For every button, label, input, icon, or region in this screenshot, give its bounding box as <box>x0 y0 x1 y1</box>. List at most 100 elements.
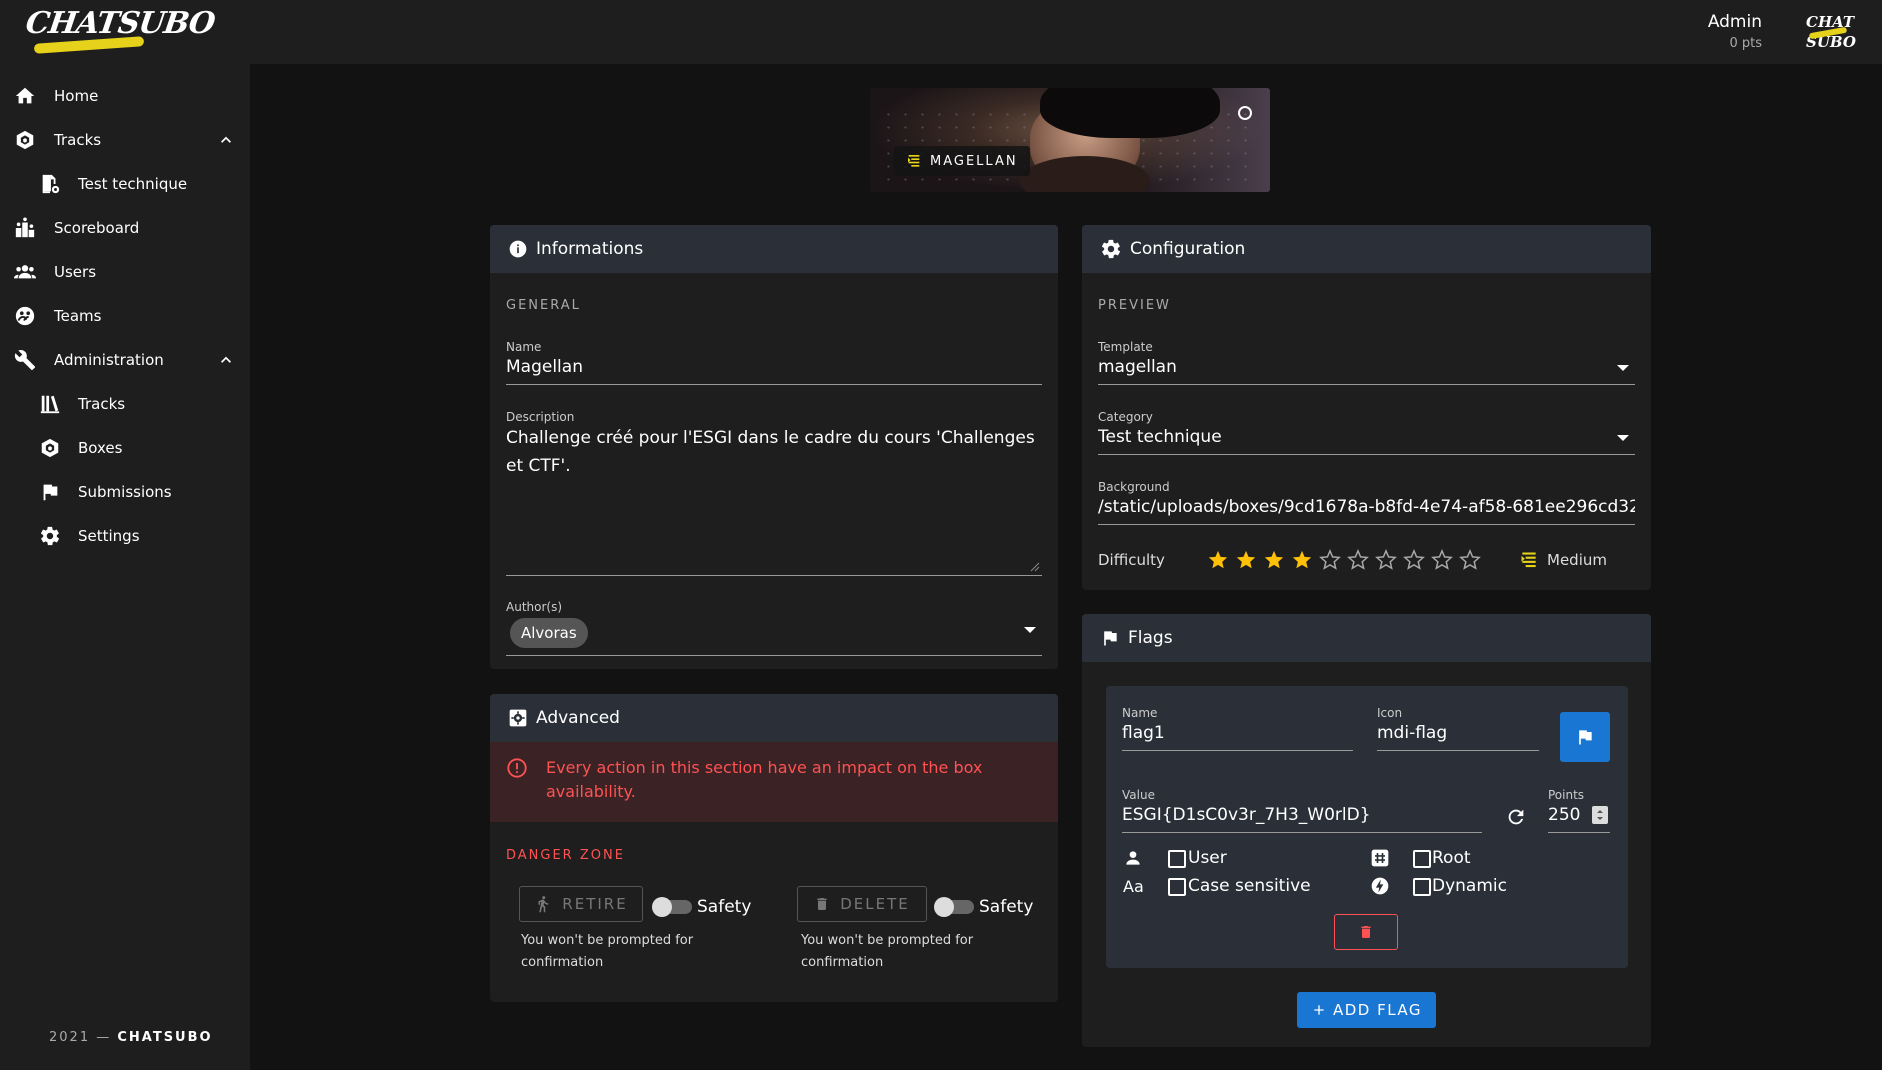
root-checkbox-label[interactable]: Root <box>1432 848 1471 868</box>
flag-value-field[interactable]: Value ESGI{D1sC0v3r_7H3_W0rlD} <box>1122 788 1482 833</box>
walk-icon <box>538 896 549 913</box>
hexagon-icon <box>37 435 63 461</box>
library-icon <box>37 391 63 417</box>
alert-circle-icon <box>506 757 528 779</box>
user-avatar[interactable]: CHAT SUBO <box>1806 12 1856 54</box>
case-sensitive-checkbox[interactable] <box>1168 878 1186 896</box>
difficulty-label: Difficulty <box>1098 551 1165 569</box>
case-sensitive-icon: Aa <box>1123 877 1144 896</box>
user-icon <box>1123 848 1143 868</box>
box-name-chip: MAGELLAN <box>894 146 1030 176</box>
sidebar-footer: 2021 — CHATSUBO <box>49 1030 213 1045</box>
authors-select[interactable]: Author(s) Alvoras <box>506 600 1042 656</box>
name-field[interactable]: Name Magellan <box>506 340 1042 385</box>
resize-handle-icon <box>1030 562 1040 572</box>
flag-name-field[interactable]: Name flag1 <box>1122 706 1353 751</box>
author-chip[interactable]: Alvoras <box>510 618 588 648</box>
sidebar-item-teams[interactable]: Teams <box>0 296 250 336</box>
star-outline-icon[interactable] <box>1347 549 1369 571</box>
sidebar-item-test-technique[interactable]: Test technique <box>0 164 250 204</box>
user-checkbox-label[interactable]: User <box>1188 848 1227 868</box>
flag-icon <box>1100 628 1120 648</box>
danger-alert: Every action in this section have an imp… <box>490 742 1058 822</box>
flag-points-field[interactable]: Points 250 <box>1548 788 1610 833</box>
app-logo[interactable]: CHATSUBO <box>24 6 217 54</box>
sidebar-item-boxes[interactable]: Boxes <box>0 428 250 468</box>
info-icon <box>508 239 528 259</box>
star-outline-icon[interactable] <box>1431 549 1453 571</box>
add-flag-button[interactable]: ADD FLAG <box>1297 992 1436 1028</box>
trash-icon <box>1361 926 1371 938</box>
sidebar-item-settings[interactable]: Settings <box>0 516 250 556</box>
top-app-bar: CHATSUBO Admin 0 pts CHAT SUBO <box>0 0 1882 64</box>
chevron-up-icon[interactable] <box>216 350 236 370</box>
flag-entry: Name flag1 Icon mdi-flag Value ESGI{D1sC… <box>1106 686 1628 968</box>
star-filled-icon[interactable] <box>1235 549 1257 571</box>
background-field[interactable]: Background /static/uploads/boxes/9cd1678… <box>1098 480 1635 525</box>
user-info[interactable]: Admin 0 pts <box>1708 12 1762 51</box>
preview-section-label: PREVIEW <box>1098 298 1171 313</box>
danger-alert-text: Every action in this section have an imp… <box>546 758 983 801</box>
flag-icon <box>1579 730 1592 745</box>
plus-icon <box>1314 1005 1324 1015</box>
gear-icon <box>1100 238 1122 260</box>
star-outline-icon[interactable] <box>1319 549 1341 571</box>
dynamic-checkbox[interactable] <box>1413 878 1431 896</box>
template-select[interactable]: Template magellan <box>1098 340 1635 385</box>
sidebar-item-administration[interactable]: Administration <box>0 340 250 380</box>
retire-safety-toggle[interactable] <box>652 897 692 917</box>
dropdown-caret-icon <box>1617 435 1629 441</box>
configuration-card: Configuration PREVIEW Template magellan … <box>1082 225 1651 590</box>
advanced-title: Advanced <box>536 708 620 728</box>
home-icon <box>12 83 38 109</box>
retire-button[interactable]: RETIRE <box>519 886 643 922</box>
delete-button[interactable]: DELETE <box>797 886 927 922</box>
flag-icon-preview-button[interactable] <box>1560 712 1610 762</box>
root-checkbox[interactable] <box>1413 850 1431 868</box>
informations-title: Informations <box>536 239 644 259</box>
sidebar: Home Tracks Test technique Scoreboard Us… <box>0 64 250 1070</box>
star-outline-icon[interactable] <box>1375 549 1397 571</box>
flag-icon <box>37 479 63 505</box>
refresh-icon[interactable] <box>1505 806 1527 828</box>
flags-card: Flags Name flag1 Icon mdi-flag Value ESG… <box>1082 614 1651 1047</box>
user-checkbox[interactable] <box>1168 850 1186 868</box>
advanced-settings-icon <box>508 708 528 728</box>
delete-flag-button[interactable] <box>1334 914 1398 950</box>
advanced-card: Advanced Every action in this section ha… <box>490 694 1058 1002</box>
dropdown-caret-icon <box>1617 365 1629 371</box>
teams-icon <box>12 303 38 329</box>
box-preview-banner[interactable]: MAGELLAN <box>870 88 1270 192</box>
star-filled-icon[interactable] <box>1263 549 1285 571</box>
gear-icon <box>37 523 63 549</box>
sidebar-item-admin-tracks[interactable]: Tracks <box>0 384 250 424</box>
sidebar-item-users[interactable]: Users <box>0 252 250 292</box>
flag-icon-field[interactable]: Icon mdi-flag <box>1377 706 1539 751</box>
star-outline-icon[interactable] <box>1459 549 1481 571</box>
sidebar-item-home[interactable]: Home <box>0 76 250 116</box>
sidebar-item-tracks[interactable]: Tracks <box>0 120 250 160</box>
chevron-up-icon[interactable] <box>216 130 236 150</box>
difficulty-rating[interactable] <box>1207 549 1481 571</box>
difficulty-icon <box>908 155 920 167</box>
preview-radio[interactable] <box>1238 106 1252 120</box>
delete-safety-toggle[interactable] <box>934 897 974 917</box>
general-section-label: GENERAL <box>506 298 581 313</box>
dynamic-checkbox-label[interactable]: Dynamic <box>1432 876 1507 896</box>
difficulty-icon <box>1521 552 1536 568</box>
description-field[interactable]: Description Challenge créé pour l'ESGI d… <box>506 410 1042 576</box>
podium-icon <box>12 215 38 241</box>
sidebar-item-submissions[interactable]: Submissions <box>0 472 250 512</box>
star-filled-icon[interactable] <box>1291 549 1313 571</box>
star-filled-icon[interactable] <box>1207 549 1229 571</box>
delete-safety-label: Safety <box>979 897 1034 917</box>
user-points: 0 pts <box>1729 36 1762 51</box>
difficulty-level: Medium <box>1519 550 1607 570</box>
sidebar-item-scoreboard[interactable]: Scoreboard <box>0 208 250 248</box>
star-outline-icon[interactable] <box>1403 549 1425 571</box>
points-spinner[interactable] <box>1592 806 1608 824</box>
retire-help-text: You won't be prompted for confirmation <box>521 933 694 970</box>
case-sensitive-checkbox-label[interactable]: Case sensitive <box>1188 876 1311 896</box>
pound-box-icon <box>1370 848 1390 868</box>
category-select[interactable]: Category Test technique <box>1098 410 1635 455</box>
